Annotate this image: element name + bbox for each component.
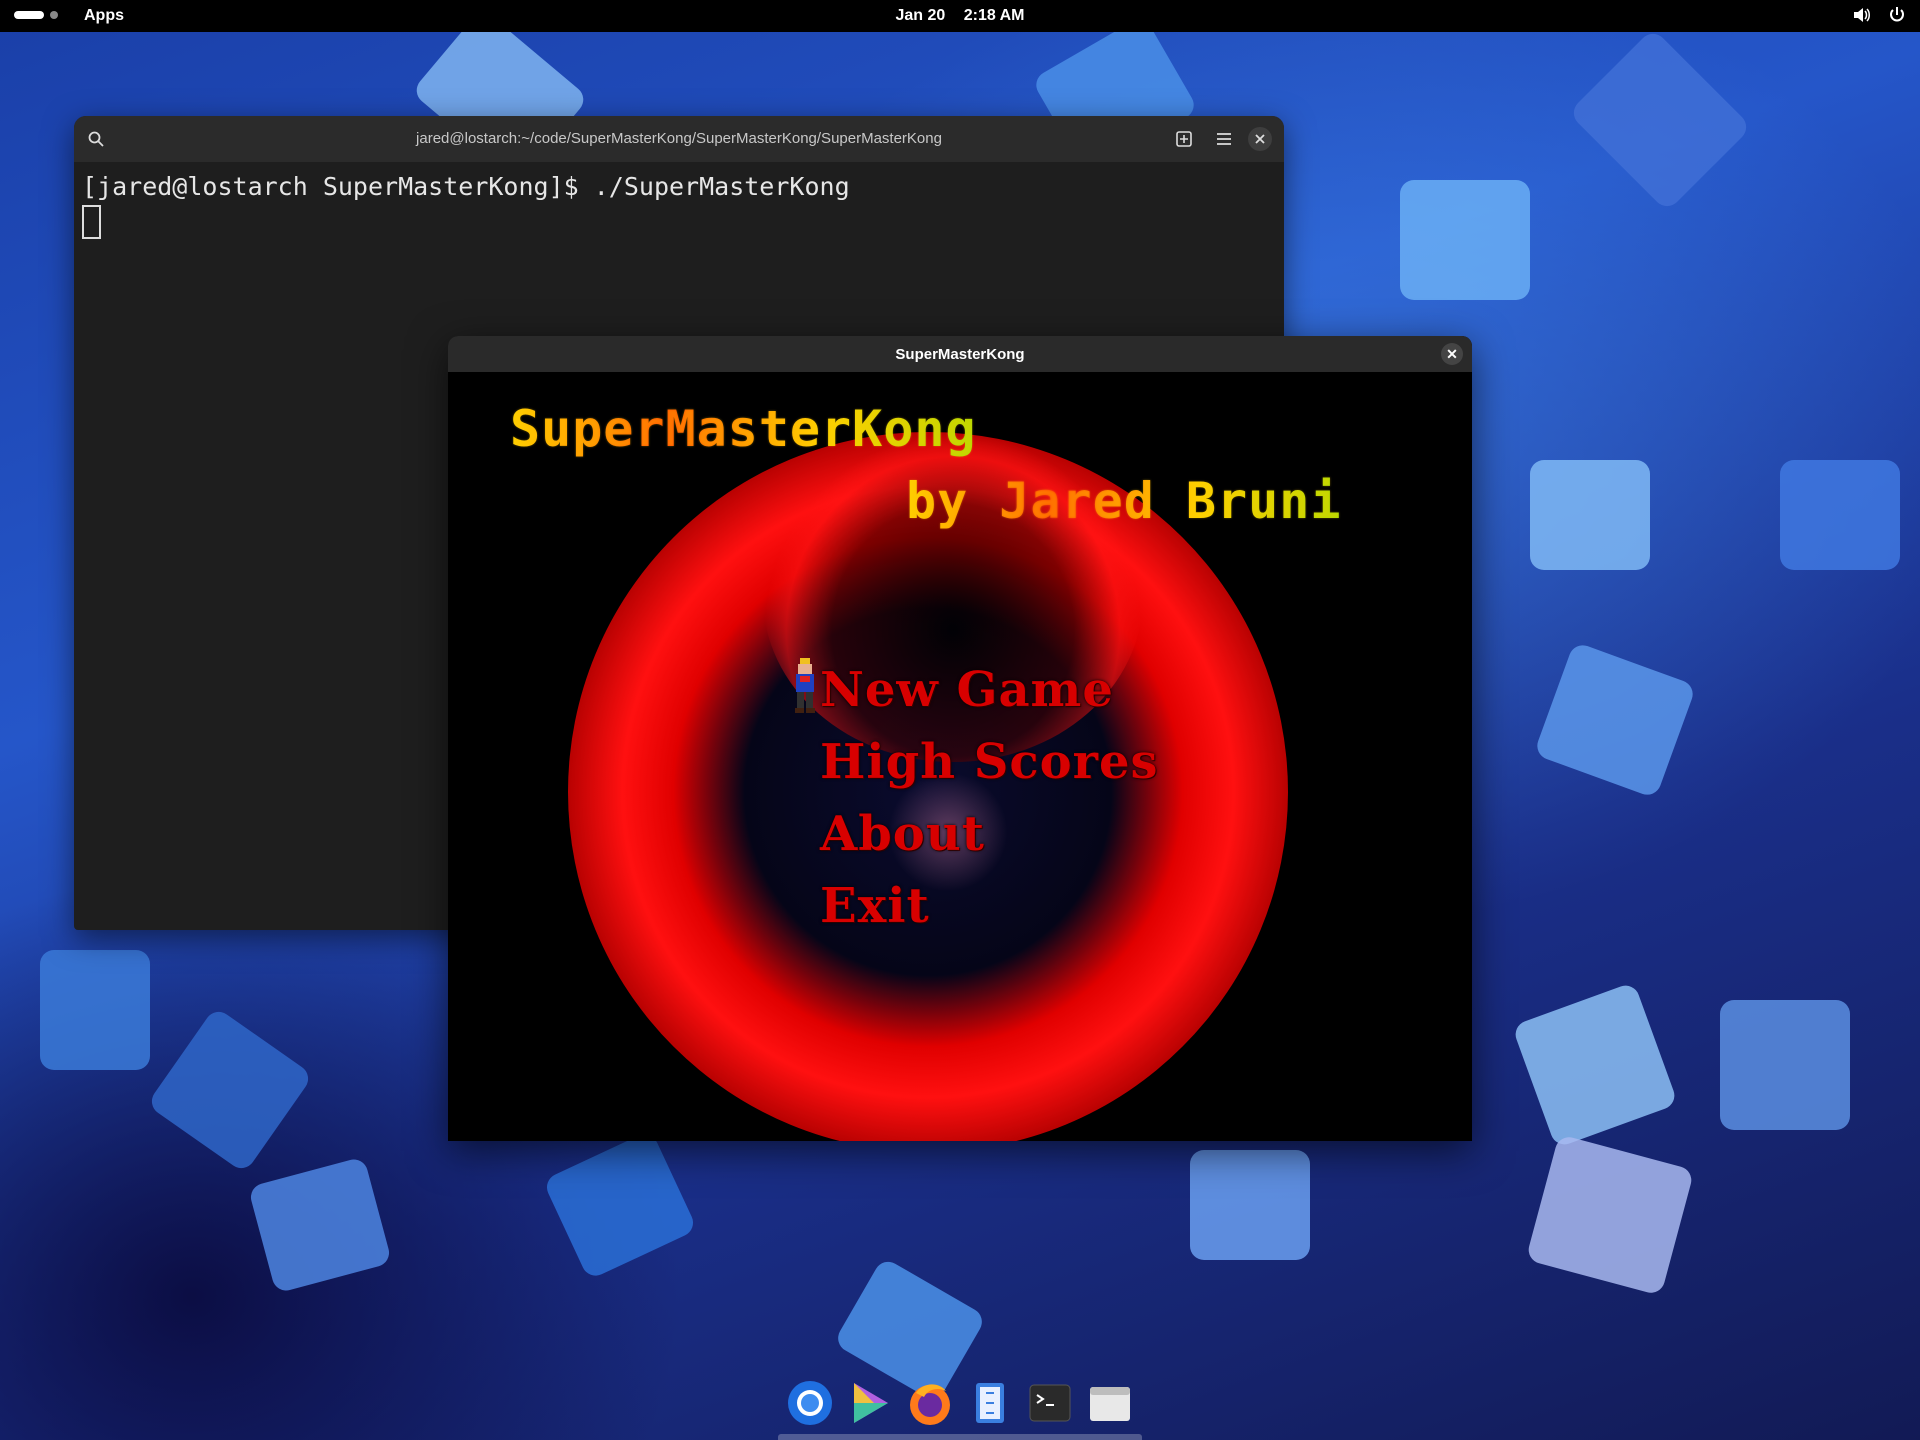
dock <box>778 1372 1142 1434</box>
byline-text: by Jared Bruni <box>906 472 1342 530</box>
menu-icon[interactable] <box>1212 127 1236 151</box>
media-player-icon[interactable] <box>846 1379 894 1427</box>
terminal-icon[interactable] <box>1026 1379 1074 1427</box>
game-window-title: SuperMasterKong <box>895 346 1025 363</box>
menu-high-scores[interactable]: High Scores <box>820 734 1159 790</box>
game-title-text: SuperMasterKong <box>510 400 977 458</box>
window-icon[interactable] <box>1086 1379 1134 1427</box>
firefox-icon[interactable] <box>906 1379 954 1427</box>
close-icon[interactable]: ✕ <box>1441 343 1463 365</box>
terminal-cursor <box>82 205 101 239</box>
terminal-title: jared@lostarch:~/code/SuperMasterKong/Su… <box>416 130 942 147</box>
date-label: Jan 20 <box>895 7 946 24</box>
top-bar: Apps Jan 20 2:18 AM <box>0 0 1920 32</box>
prompt-line: [jared@lostarch SuperMasterKong]$ ./Supe… <box>82 172 850 201</box>
new-tab-icon[interactable] <box>1172 127 1196 151</box>
game-canvas[interactable]: SuperMasterKong by Jared Bruni New Game … <box>448 372 1472 1141</box>
menu-new-game[interactable]: New Game <box>820 662 1114 718</box>
power-icon[interactable] <box>1888 6 1906 24</box>
dock-indicator <box>778 1434 1142 1440</box>
terminal-output[interactable]: [jared@lostarch SuperMasterKong]$ ./Supe… <box>74 162 1284 255</box>
chromium-icon[interactable] <box>786 1379 834 1427</box>
time-label: 2:18 AM <box>963 7 1025 24</box>
menu-exit[interactable]: Exit <box>820 878 930 934</box>
player-sprite-icon <box>795 658 815 713</box>
volume-icon[interactable] <box>1852 6 1870 24</box>
files-icon[interactable] <box>966 1379 1014 1427</box>
game-window-header[interactable]: SuperMasterKong ✕ <box>448 336 1472 372</box>
clock[interactable]: Jan 20 2:18 AM <box>0 7 1920 25</box>
system-tray[interactable] <box>1852 6 1906 24</box>
game-window[interactable]: SuperMasterKong ✕ SuperMasterKong by Jar… <box>448 336 1472 1141</box>
terminal-header[interactable]: jared@lostarch:~/code/SuperMasterKong/Su… <box>74 116 1284 162</box>
menu-about[interactable]: About <box>820 806 985 862</box>
close-icon[interactable] <box>1248 127 1272 151</box>
